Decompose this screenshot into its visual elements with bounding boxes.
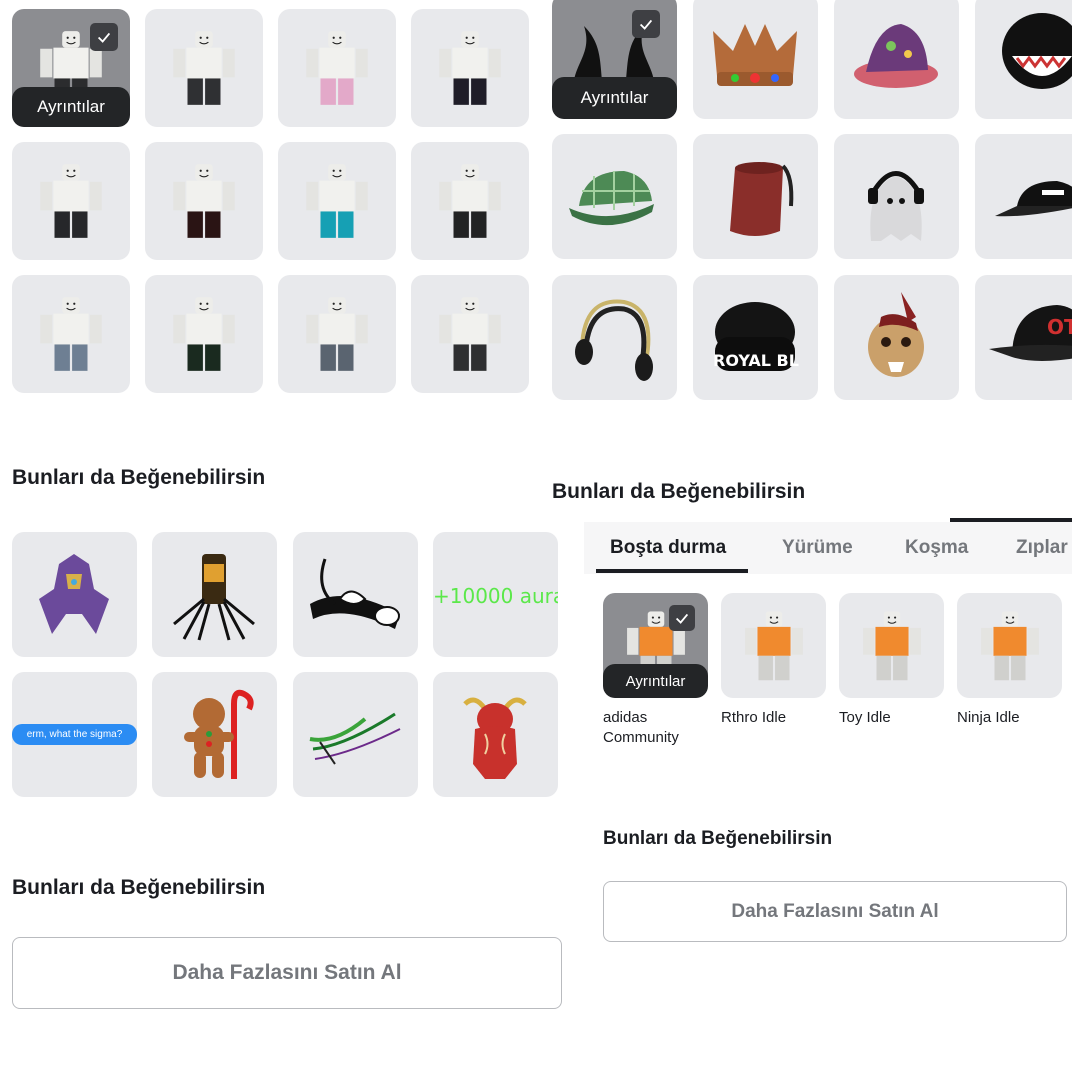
recommended-item[interactable]: [152, 672, 277, 797]
clothing-item[interactable]: Ayrıntılar: [12, 9, 130, 127]
accessory-print-text: ROYAL BL: [713, 351, 799, 370]
accessory-item[interactable]: [975, 134, 1072, 259]
accessory-item[interactable]: [834, 0, 959, 119]
clothing-item[interactable]: [411, 275, 529, 393]
clothing-item[interactable]: [145, 9, 263, 127]
shark-hood-icon: [987, 6, 1072, 106]
details-button[interactable]: Ayrıntılar: [12, 87, 130, 127]
selected-check-icon: [669, 605, 695, 631]
section-heading-right: Bunları da Beğenebilirsin: [552, 480, 806, 503]
tab-walk[interactable]: Yürüme: [782, 522, 853, 574]
chat-bubble-icon: erm, what the sigma?: [12, 684, 137, 784]
active-tab-underline: [596, 569, 748, 573]
mushroom-hat-icon: [846, 6, 946, 106]
clothing-item[interactable]: [411, 9, 529, 127]
accessory-item[interactable]: OTP: [975, 275, 1072, 400]
red-bull-icon: [445, 684, 545, 784]
tab-idle[interactable]: Boşta durma: [610, 522, 726, 574]
recommended-item[interactable]: [12, 532, 137, 657]
animation-item[interactable]: Ayrıntılar: [603, 593, 708, 698]
clothing-item[interactable]: [12, 142, 130, 260]
section-heading-left-bottom: Bunları da Beğenebilirsin: [12, 876, 266, 899]
cap-icon: [987, 146, 1072, 246]
ninja-drawing-icon: [305, 544, 405, 644]
clothing-item[interactable]: [411, 142, 529, 260]
accessory-item[interactable]: [693, 0, 818, 119]
ghost-icon: [846, 146, 946, 246]
selected-check-icon: [90, 23, 118, 51]
accessory-item[interactable]: Ayrıntılar: [552, 0, 677, 119]
animation-caption: adidas Community: [603, 709, 679, 746]
recommended-item[interactable]: [433, 672, 558, 797]
animation-item[interactable]: [957, 593, 1062, 698]
buy-more-button-left[interactable]: Daha Fazlasını Satın Al: [12, 937, 562, 1009]
recommended-item[interactable]: [152, 532, 277, 657]
details-button[interactable]: Ayrıntılar: [552, 77, 677, 119]
buy-more-button-right[interactable]: Daha Fazlasını Satın Al: [603, 881, 1067, 942]
animation-caption: Rthro Idle: [721, 709, 787, 726]
animation-caption: Ninja Idle: [957, 709, 1020, 726]
slash-effect-icon: [305, 684, 405, 784]
accessory-item[interactable]: [552, 275, 677, 400]
details-button[interactable]: Ayrıntılar: [603, 664, 708, 698]
animation-caption: Toy Idle: [839, 709, 891, 726]
tab-run[interactable]: Koşma: [905, 522, 968, 574]
clothing-item[interactable]: [145, 142, 263, 260]
spider-can-icon: [164, 544, 264, 644]
crown-icon: [705, 6, 805, 106]
clothing-item[interactable]: [278, 275, 396, 393]
accessory-item[interactable]: [693, 134, 818, 259]
gingerbread-icon: [164, 684, 264, 784]
tab-jump[interactable]: Zıplar: [1016, 522, 1068, 574]
animation-item[interactable]: [839, 593, 944, 698]
aura-text: +10000 aura: [433, 584, 558, 608]
animation-item[interactable]: [721, 593, 826, 698]
clothing-item[interactable]: [12, 275, 130, 393]
mask-icon: [846, 287, 946, 387]
clothing-item[interactable]: [278, 9, 396, 127]
recommended-item[interactable]: +10000 aura: [433, 532, 558, 657]
chat-bubble-text: erm, what the sigma?: [12, 724, 137, 745]
headphones-icon: [564, 287, 664, 387]
recommended-item[interactable]: [293, 532, 418, 657]
beanie-icon: [705, 287, 805, 387]
accessory-item[interactable]: ROYAL BL: [693, 275, 818, 400]
accessory-print-text: OTP: [1047, 315, 1072, 339]
plaid-cap-icon: [564, 146, 664, 246]
section-heading-right-bottom: Bunları da Beğenebilirsin: [603, 828, 833, 849]
clothing-item[interactable]: [278, 142, 396, 260]
accessory-item[interactable]: [834, 134, 959, 259]
recommended-item[interactable]: [293, 672, 418, 797]
selected-check-icon: [632, 10, 660, 38]
accessory-item[interactable]: [834, 275, 959, 400]
fez-icon: [705, 146, 805, 246]
accessory-item[interactable]: [552, 134, 677, 259]
recommended-item[interactable]: erm, what the sigma?: [12, 672, 137, 797]
clothing-item[interactable]: [145, 275, 263, 393]
animation-tabs: Boşta durma Yürüme Koşma Zıplar: [584, 522, 1072, 574]
aura-text-icon: +10000 aura: [433, 544, 558, 644]
accessory-item[interactable]: [975, 0, 1072, 119]
purple-robot-icon: [24, 544, 124, 644]
section-heading-left: Bunları da Beğenebilirsin: [12, 466, 266, 489]
